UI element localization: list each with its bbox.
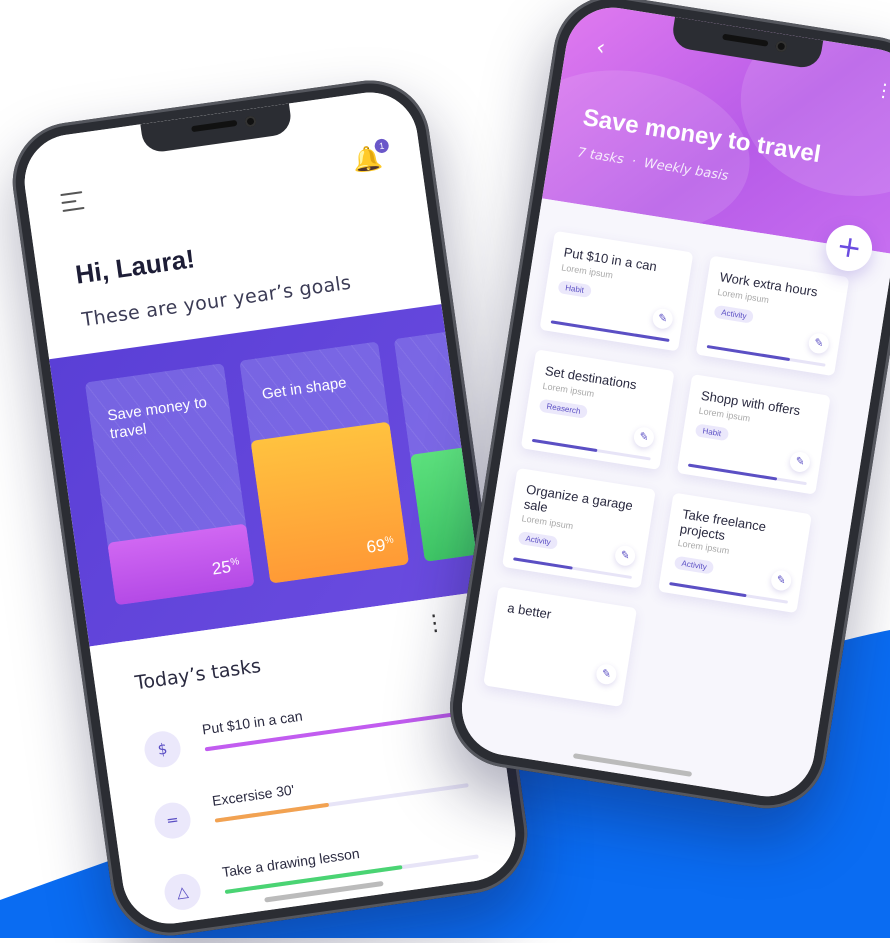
- dollar-icon: $: [142, 728, 183, 770]
- goal-progress-fill: [250, 421, 410, 584]
- separator: ·: [630, 154, 637, 170]
- task-name: Put $10 in a can: [201, 707, 304, 738]
- tasks-title: Today’s tasks: [133, 654, 263, 695]
- card-progress-track: [550, 320, 670, 342]
- task-card[interactable]: Work extra hours Lorem ipsum Activity ✎: [695, 255, 850, 377]
- pencil-icon[interactable]: ✎: [651, 307, 674, 330]
- task-card[interactable]: Take freelance projects Lorem ipsum Acti…: [657, 492, 812, 614]
- card-progress-track: [669, 582, 789, 604]
- card-tag: Habit: [694, 423, 730, 442]
- goal-card[interactable]: Save money to travel 25%: [84, 363, 255, 606]
- card-tag: Reaserch: [538, 398, 589, 419]
- card-progress-track: [531, 438, 651, 461]
- pencil-icon[interactable]: ✎: [770, 569, 793, 592]
- task-card[interactable]: Put $10 in a can Lorem ipsum Habit ✎: [539, 230, 694, 352]
- menu-icon[interactable]: [60, 191, 85, 212]
- task-card[interactable]: Organize a garage sale Lorem ipsum Activ…: [501, 467, 656, 589]
- task-card[interactable]: Set destinations Lorem ipsum Reaserch ✎: [520, 349, 675, 470]
- graduation-cap-icon: △: [162, 871, 203, 913]
- chevron-left-icon[interactable]: ‹: [594, 35, 607, 61]
- pencil-icon[interactable]: ✎: [614, 544, 637, 567]
- goal-percent: 69%: [365, 534, 395, 557]
- task-card[interactable]: a better ✎: [483, 586, 638, 708]
- card-progress-track: [687, 463, 807, 486]
- pencil-icon[interactable]: ✎: [595, 663, 618, 686]
- card-progress-fill: [531, 438, 598, 453]
- card-progress-fill: [687, 463, 778, 481]
- card-title: a better: [506, 600, 553, 622]
- greeting: Hi, Laura!: [73, 243, 197, 290]
- card-tag: Activity: [673, 555, 715, 575]
- task-card[interactable]: Shopp with offers Lorem ipsum Habit ✎: [676, 374, 831, 495]
- task-grid: Put $10 in a can Lorem ipsum Habit ✎ Wor…: [455, 198, 890, 804]
- pencil-icon[interactable]: ✎: [789, 451, 812, 474]
- goal-title: Save money to travel: [106, 393, 208, 443]
- goal-title: Get in shape: [260, 374, 348, 403]
- goal-progress-fill: [409, 446, 485, 562]
- goal-card[interactable]: Get in shape 69%: [239, 341, 410, 584]
- pencil-icon[interactable]: ✎: [807, 332, 830, 355]
- goal-percent: 25%: [210, 556, 240, 579]
- goals-carousel[interactable]: Save money to travel 25% Get in shape 69…: [49, 304, 485, 647]
- todays-tasks: Today’s tasks ⋮ $ Put $10 in a can ═ Exc…: [89, 591, 522, 930]
- dumbbell-icon: ═: [152, 800, 193, 841]
- card-progress-fill: [706, 344, 791, 362]
- pencil-icon[interactable]: ✎: [632, 426, 655, 449]
- task-name: Excersise 30': [211, 781, 296, 809]
- more-options-icon[interactable]: ⋮: [874, 79, 890, 103]
- card-progress-fill: [669, 582, 747, 598]
- card-tag: Activity: [517, 530, 559, 550]
- card-progress-track: [706, 344, 826, 367]
- card-progress-fill: [513, 557, 573, 570]
- card-progress-fill: [550, 320, 670, 342]
- more-options-icon[interactable]: ⋮: [422, 610, 447, 638]
- card-tag: Habit: [557, 280, 592, 299]
- card-tag: Activity: [713, 304, 755, 324]
- card-progress-track: [513, 557, 633, 580]
